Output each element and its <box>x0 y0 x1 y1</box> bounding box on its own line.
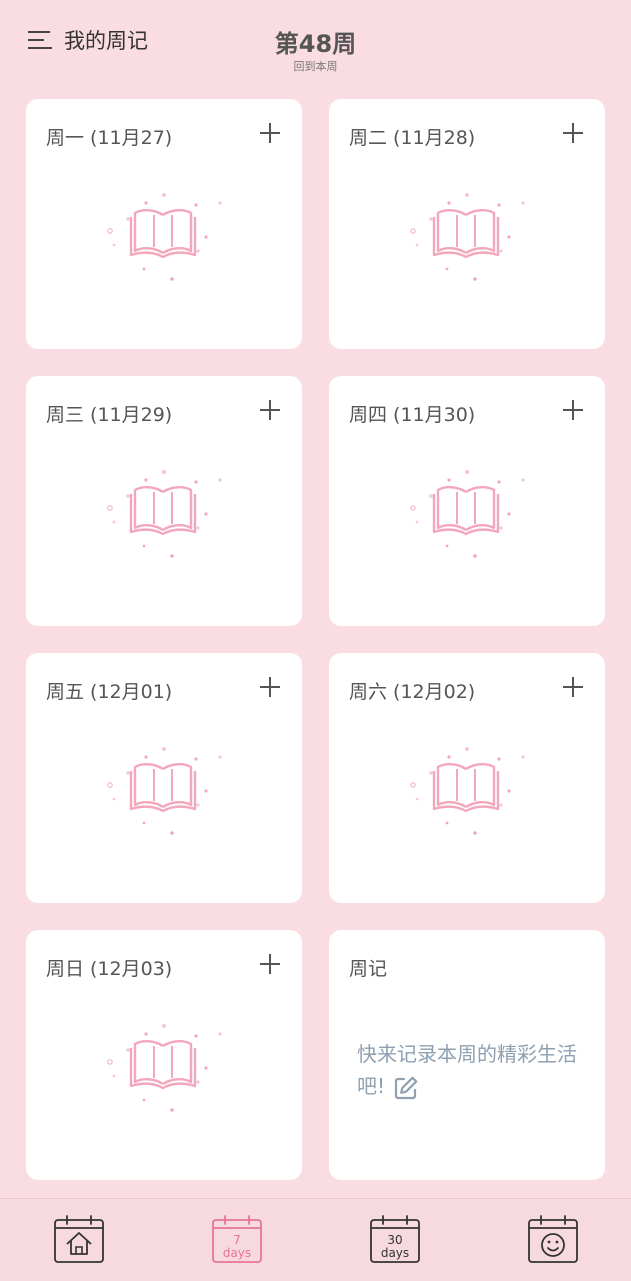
day-card-tuesday[interactable]: 周二 (11月28) <box>329 99 605 349</box>
empty-book-icon <box>102 458 226 568</box>
add-entry-button[interactable] <box>258 675 282 699</box>
day-card-label: 周四 (11月30) <box>349 404 476 426</box>
weekly-journal-title: 周记 <box>349 958 388 980</box>
nav-seven-days-label: days <box>222 1246 252 1260</box>
add-entry-button[interactable] <box>561 675 585 699</box>
empty-book-icon <box>102 735 226 845</box>
day-card-label: 周二 (11月28) <box>349 127 476 149</box>
day-card-label: 周一 (11月27) <box>46 127 173 149</box>
add-entry-button[interactable] <box>258 952 282 976</box>
week-title: 第48周 <box>274 30 357 58</box>
nav-thirty-days-label: days <box>380 1246 410 1260</box>
empty-book-icon <box>102 1012 226 1122</box>
add-entry-button[interactable] <box>258 121 282 145</box>
nav-seven-days[interactable]: 7 days <box>211 1215 263 1265</box>
weekly-prompt-text: 快来记录本周的精彩生活吧! <box>357 1042 577 1098</box>
add-entry-button[interactable] <box>561 121 585 145</box>
day-card-label: 周六 (12月02) <box>349 681 476 703</box>
smiley-calendar-icon <box>528 1215 578 1263</box>
nav-thirty-number: 30 <box>387 1233 403 1247</box>
day-card-label: 周三 (11月29) <box>46 404 173 426</box>
empty-book-icon <box>405 735 529 845</box>
nav-seven-number: 7 <box>233 1233 241 1247</box>
day-card-label: 周日 (12月03) <box>46 958 173 980</box>
weekly-journal-prompt[interactable]: 快来记录本周的精彩生活吧! <box>357 1038 587 1102</box>
top-header: 我的周记 第48周 回到本周 <box>0 0 631 90</box>
back-to-current-week-link[interactable]: 回到本周 <box>0 58 631 74</box>
empty-book-icon <box>405 458 529 568</box>
empty-book-icon <box>102 181 226 291</box>
bottom-navigation: 7 days 30 days <box>0 1198 631 1281</box>
nav-thirty-days[interactable]: 30 days <box>369 1215 421 1265</box>
empty-book-icon <box>405 181 529 291</box>
day-card-saturday[interactable]: 周六 (12月02) <box>329 653 605 903</box>
day-card-sunday[interactable]: 周日 (12月03) <box>26 930 302 1180</box>
home-calendar-icon <box>54 1215 104 1263</box>
day-card-monday[interactable]: 周一 (11月27) <box>26 99 302 349</box>
weekly-journal-card[interactable]: 周记 快来记录本周的精彩生活吧! <box>329 930 605 1180</box>
edit-icon[interactable] <box>393 1075 419 1101</box>
nav-home[interactable] <box>53 1215 105 1265</box>
add-entry-button[interactable] <box>561 398 585 422</box>
day-card-thursday[interactable]: 周四 (11月30) <box>329 376 605 626</box>
day-card-friday[interactable]: 周五 (12月01) <box>26 653 302 903</box>
day-card-label: 周五 (12月01) <box>46 681 173 703</box>
day-card-wednesday[interactable]: 周三 (11月29) <box>26 376 302 626</box>
nav-mood[interactable] <box>527 1215 579 1265</box>
add-entry-button[interactable] <box>258 398 282 422</box>
